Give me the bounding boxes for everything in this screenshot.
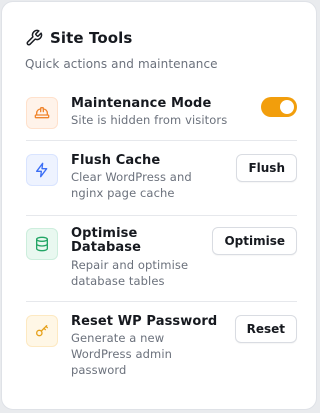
tool-description: Repair and optimise database tables (71, 258, 189, 288)
divider (26, 301, 297, 302)
tool-description: Site is hidden from visitors (71, 113, 228, 127)
hard-hat-icon (26, 97, 58, 129)
tool-label: Flush Cache (71, 153, 161, 168)
tool-label: Optimise Database (71, 226, 141, 255)
lightning-icon (26, 154, 58, 186)
database-icon (26, 228, 58, 260)
card-header: Site Tools (25, 29, 132, 47)
tool-description: Generate a new WordPress admin password (71, 331, 173, 377)
key-icon (26, 315, 58, 347)
optimise-button[interactable]: Optimise (212, 227, 297, 255)
reset-button[interactable]: Reset (234, 315, 297, 343)
tool-label: Reset WP Password (71, 314, 218, 329)
maintenance-mode-toggle[interactable] (261, 97, 297, 117)
tool-label: Maintenance Mode (71, 96, 212, 111)
toggle-knob (280, 100, 294, 114)
divider (26, 140, 297, 141)
card-subtitle: Quick actions and maintenance (25, 57, 218, 71)
wrench-icon (26, 29, 43, 46)
site-tools-card: Site Tools Quick actions and maintenance… (1, 1, 317, 410)
divider (26, 215, 297, 216)
card-title: Site Tools (50, 29, 133, 47)
tool-description: Clear WordPress and nginx page cache (71, 170, 192, 200)
flush-button[interactable]: Flush (236, 154, 297, 182)
